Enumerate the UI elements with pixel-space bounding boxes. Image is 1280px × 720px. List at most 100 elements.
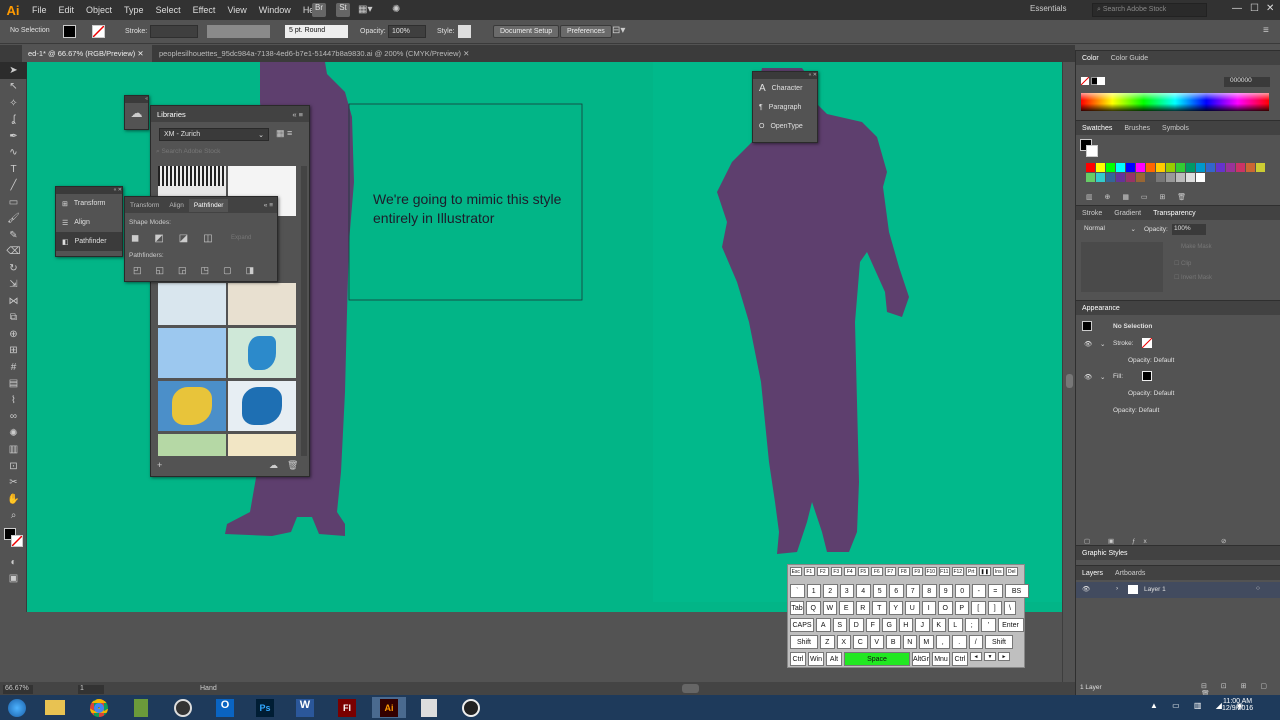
add-content-icon[interactable]: + xyxy=(157,460,162,470)
color-swatch[interactable] xyxy=(1206,163,1215,172)
stroke-indicator[interactable] xyxy=(11,535,23,547)
outline-icon[interactable]: ▢ xyxy=(223,265,232,276)
menu-item-effect[interactable]: Effect xyxy=(187,5,222,15)
library-item[interactable] xyxy=(158,434,226,456)
unite-icon[interactable]: ◼ xyxy=(131,233,139,244)
clear-appearance-icon[interactable]: ⊘ xyxy=(1221,537,1226,545)
tab-artboards[interactable]: Artboards xyxy=(1115,570,1145,577)
eye-icon[interactable]: 👁 xyxy=(1084,373,1092,381)
expand-button[interactable]: Expand xyxy=(231,235,251,241)
key-[interactable]: ❚❚ xyxy=(979,567,991,576)
key-f12[interactable]: F12 xyxy=(952,567,964,576)
shape-builder-tool-icon[interactable]: ⊕ xyxy=(0,326,27,343)
menu-item-object[interactable]: Object xyxy=(80,5,118,15)
tab-color[interactable]: Color xyxy=(1082,55,1099,62)
color-swatch[interactable] xyxy=(1186,163,1195,172)
color-swatch[interactable] xyxy=(1146,163,1155,172)
key-9[interactable]: 9 xyxy=(938,584,953,598)
creative-cloud-icon[interactable]: ☁ xyxy=(125,106,148,120)
key-o[interactable]: O xyxy=(938,601,953,615)
transparency-opacity-input[interactable]: 100% xyxy=(1172,224,1206,235)
chevron-down-icon[interactable]: ⌄ xyxy=(1100,373,1105,381)
slice-tool-icon[interactable]: ✂ xyxy=(0,475,27,492)
library-dropdown[interactable]: XM - Zurich ⌄ xyxy=(159,128,269,141)
trash-icon[interactable]: 🗑 xyxy=(287,460,298,471)
library-item[interactable] xyxy=(158,328,226,378)
key-[interactable]: ◄ xyxy=(970,652,982,661)
key-s[interactable]: S xyxy=(832,618,847,632)
minus-back-icon[interactable]: ◨ xyxy=(246,265,255,276)
minus-front-icon[interactable]: ◩ xyxy=(154,233,163,244)
key-[interactable]: ` xyxy=(790,584,805,598)
close-tab-icon[interactable]: ✕ xyxy=(137,49,143,58)
key-1[interactable]: 1 xyxy=(806,584,821,598)
tab-document-1[interactable]: ed-1* @ 66.67% (RGB/Preview) ✕ xyxy=(22,45,152,62)
panel-menu-icon[interactable]: ≡ xyxy=(1263,25,1269,36)
brush-definition[interactable]: 5 pt. Round xyxy=(285,25,348,38)
mesh-tool-icon[interactable]: # xyxy=(0,359,27,376)
minimize-button[interactable]: — xyxy=(1232,3,1242,14)
fill-stroke-widget[interactable] xyxy=(0,524,26,554)
color-swatch[interactable] xyxy=(1116,173,1125,182)
swatch-tools[interactable]: ▥ ⊕ ▦ ▭ ⊞ 🗑 xyxy=(1086,193,1191,201)
color-swatch[interactable] xyxy=(1166,173,1175,182)
zoom-tool-icon[interactable]: ⌕ xyxy=(0,508,27,525)
key-f10[interactable]: F10 xyxy=(925,567,937,576)
selection-tool-icon[interactable]: ➤ xyxy=(0,62,27,79)
tab-pathfinder[interactable]: Pathfinder xyxy=(188,198,229,212)
line-tool-icon[interactable]: ╱ xyxy=(0,178,27,195)
dock-item-pathfinder[interactable]: ◧ Pathfinder xyxy=(56,232,122,251)
none-swatch[interactable] xyxy=(1080,76,1090,86)
hand-tool-icon[interactable]: ✋ xyxy=(0,491,27,508)
color-swatch[interactable] xyxy=(1196,173,1205,182)
color-swatch[interactable] xyxy=(1096,163,1105,172)
variable-width-profile[interactable] xyxy=(207,25,270,38)
obs-icon[interactable] xyxy=(166,697,200,718)
obs-studio-icon[interactable] xyxy=(454,697,488,718)
tab-gradient[interactable]: Gradient xyxy=(1114,210,1141,217)
divide-icon[interactable]: ◰ xyxy=(133,265,142,276)
library-item[interactable] xyxy=(158,283,226,325)
tab-stroke[interactable]: Stroke xyxy=(1082,210,1102,217)
color-swatch[interactable] xyxy=(1236,163,1245,172)
blend-mode-dropdown[interactable]: Normal ⌄ xyxy=(1081,224,1139,235)
color-swatch[interactable] xyxy=(1106,163,1115,172)
key-f5[interactable]: F5 xyxy=(857,567,869,576)
key-8[interactable]: 8 xyxy=(922,584,937,598)
color-swatch[interactable] xyxy=(1246,163,1255,172)
intersect-icon[interactable]: ◪ xyxy=(179,233,188,244)
key-d[interactable]: D xyxy=(849,618,864,632)
eye-icon[interactable]: 👁 xyxy=(1084,340,1092,348)
key-7[interactable]: 7 xyxy=(905,584,920,598)
color-swatch[interactable] xyxy=(1176,163,1185,172)
key-[interactable]: ► xyxy=(998,652,1010,661)
key-alt[interactable]: Alt xyxy=(826,652,842,666)
key-[interactable]: . xyxy=(952,635,967,649)
color-swatch[interactable] xyxy=(1196,163,1205,172)
key-x[interactable]: X xyxy=(836,635,851,649)
color-swatch[interactable] xyxy=(1166,163,1175,172)
gradient-tool-icon[interactable]: ▤ xyxy=(0,376,27,393)
notepad-icon[interactable] xyxy=(124,697,158,718)
direct-selection-tool-icon[interactable]: ↖ xyxy=(0,79,27,96)
opacity-input[interactable]: 100% xyxy=(388,25,426,38)
key-tab[interactable]: Tab xyxy=(790,601,804,615)
cloud-sync-icon[interactable]: ☁ xyxy=(269,460,278,471)
scroll-thumb[interactable] xyxy=(1066,374,1073,388)
shaper-tool-icon[interactable]: ✎ xyxy=(0,227,27,244)
horizontal-scroll-thumb[interactable] xyxy=(682,684,699,693)
appearance-stroke-swatch[interactable] xyxy=(1141,337,1153,349)
color-swatch[interactable] xyxy=(1106,173,1115,182)
hex-input[interactable]: 000000 xyxy=(1224,77,1270,87)
clock[interactable]: 11:00 AM 12/9/2016 xyxy=(1222,698,1253,712)
color-swatch[interactable] xyxy=(1216,163,1225,172)
document-setup-button[interactable]: Document Setup xyxy=(493,25,560,38)
key-u[interactable]: U xyxy=(905,601,920,615)
crop-icon[interactable]: ◳ xyxy=(201,265,210,276)
key-win[interactable]: Win xyxy=(808,652,824,666)
key-n[interactable]: N xyxy=(902,635,917,649)
key-3[interactable]: 3 xyxy=(839,584,854,598)
make-mask-button[interactable]: Make Mask xyxy=(1181,244,1212,250)
color-swatch[interactable] xyxy=(1116,163,1125,172)
word-icon[interactable]: W xyxy=(288,697,322,718)
